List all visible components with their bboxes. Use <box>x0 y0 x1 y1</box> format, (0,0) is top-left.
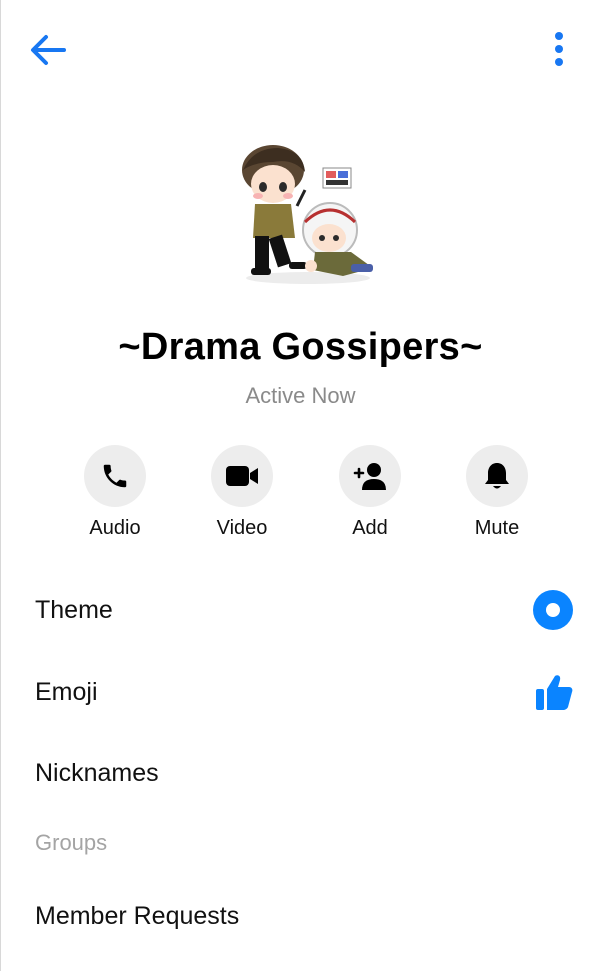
more-vertical-icon <box>555 32 563 66</box>
add-member-button[interactable]: Add <box>320 445 420 540</box>
group-avatar-illustration <box>242 145 373 284</box>
theme-row[interactable]: Theme <box>35 580 574 640</box>
mute-label: Mute <box>474 517 520 539</box>
group-avatar[interactable] <box>233 140 383 288</box>
audio-call-button[interactable]: Audio <box>65 445 165 540</box>
emoji-label: Emoji <box>35 677 98 706</box>
theme-label: Theme <box>35 595 113 624</box>
add-label: Add <box>352 517 388 539</box>
more-options-button[interactable] <box>544 28 574 72</box>
add-member-circle[interactable] <box>339 445 401 507</box>
video-label: Video <box>216 517 268 539</box>
mute-circle[interactable] <box>466 445 528 507</box>
groups-section-title: Groups <box>35 830 108 855</box>
video-camera-icon <box>226 466 258 486</box>
phone-icon <box>103 464 127 488</box>
member-requests-row[interactable]: Member Requests <box>35 886 574 946</box>
nicknames-row[interactable]: Nicknames <box>35 743 574 803</box>
back-button[interactable] <box>25 28 71 72</box>
member-requests-label: Member Requests <box>35 901 240 930</box>
group-name: ~Drama Gossipers~ <box>118 326 483 368</box>
add-person-icon <box>353 463 386 490</box>
active-status: Active Now <box>245 383 356 408</box>
nicknames-label: Nicknames <box>35 758 159 787</box>
bell-icon <box>485 463 509 489</box>
mute-button[interactable]: Mute <box>447 445 547 540</box>
arrow-left-icon <box>31 35 66 65</box>
audio-call-circle[interactable] <box>84 445 146 507</box>
emoji-row[interactable]: Emoji <box>35 662 574 722</box>
thumbs-up-icon <box>536 675 573 710</box>
theme-circle-icon <box>533 590 573 630</box>
group-info-screen: ~Drama Gossipers~ Active Now Audio Video <box>0 0 600 971</box>
video-call-button[interactable]: Video <box>192 445 292 540</box>
video-call-circle[interactable] <box>211 445 273 507</box>
audio-label: Audio <box>89 517 141 539</box>
